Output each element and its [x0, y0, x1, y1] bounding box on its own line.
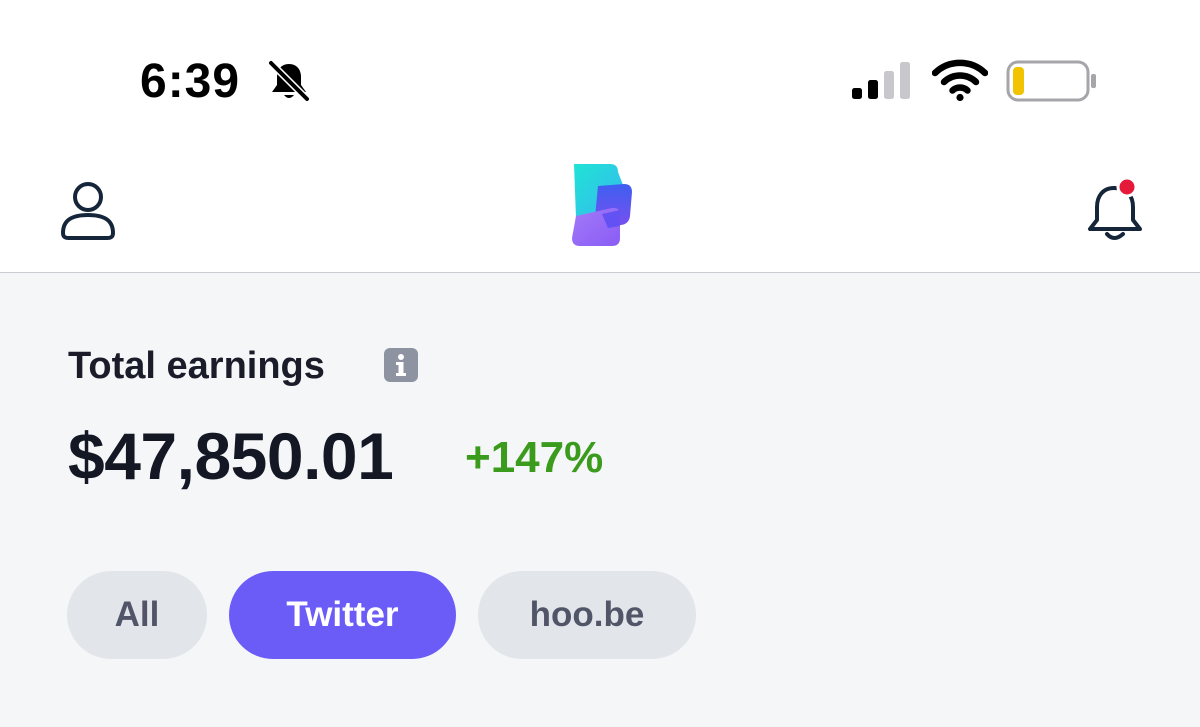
earnings-change-percent: +147%: [465, 433, 604, 482]
info-icon[interactable]: [384, 348, 418, 382]
cellular-signal-icon: [852, 62, 910, 99]
wifi-icon: [932, 59, 988, 102]
filter-chip-hoobe[interactable]: hoo.be: [478, 571, 696, 659]
filter-chip-twitter[interactable]: Twitter: [229, 571, 456, 659]
status-time: 6:39: [140, 55, 241, 108]
profile-button[interactable]: [58, 180, 118, 242]
filter-chip-all[interactable]: All: [67, 571, 207, 659]
earnings-amount: $47,850.01: [68, 419, 394, 493]
app-logo: [572, 164, 632, 246]
battery-low-icon: [1006, 60, 1096, 102]
notifications-bell-button[interactable]: [1084, 176, 1148, 244]
bell-slash-icon: [267, 59, 311, 103]
earnings-title: Total earnings: [68, 345, 325, 387]
